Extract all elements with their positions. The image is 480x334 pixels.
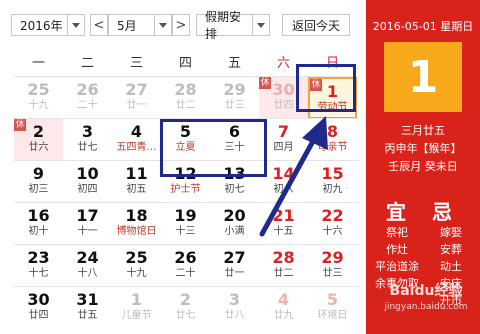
annotation-arrow-icon	[259, 116, 328, 237]
annotation-arrow-shaft	[259, 129, 321, 237]
annotation-arrow-head	[302, 116, 328, 150]
